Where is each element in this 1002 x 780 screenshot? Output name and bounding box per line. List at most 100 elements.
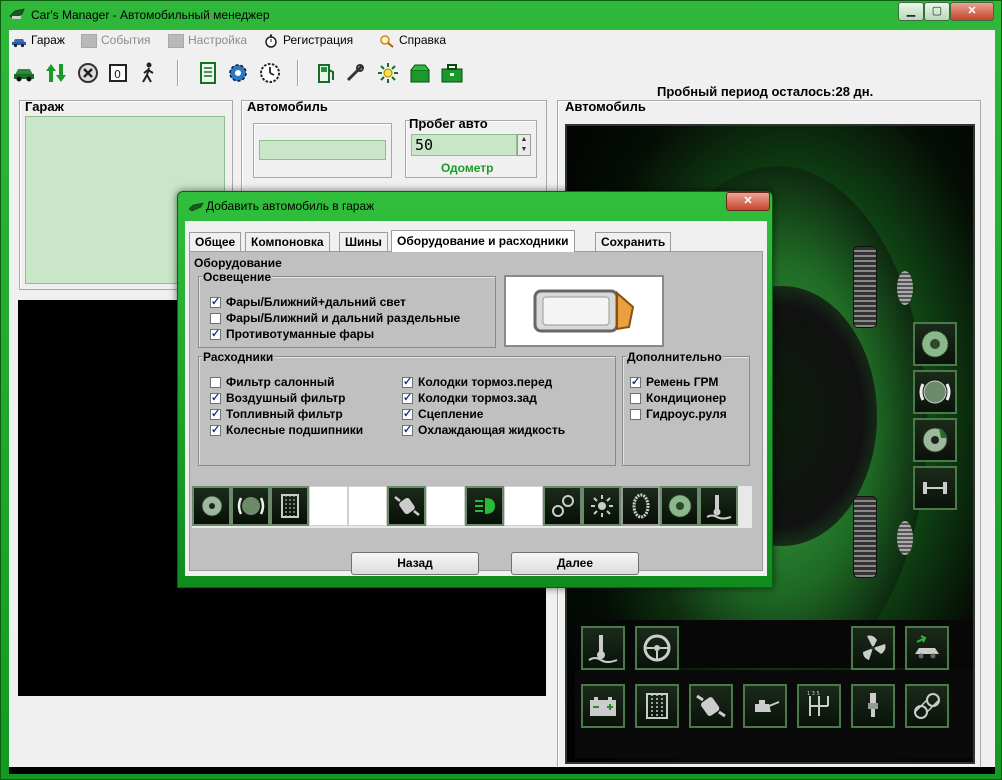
- back-button[interactable]: Назад: [351, 552, 479, 575]
- rear-brake-pads-checkbox[interactable]: Колодки тормоз.зад: [402, 390, 565, 406]
- oil-can-button[interactable]: [743, 684, 787, 728]
- gearbox-button[interactable]: 1 3 5: [797, 684, 841, 728]
- checkbox-unchecked[interactable]: [630, 408, 641, 420]
- radiator-tile[interactable]: [270, 486, 309, 526]
- consumables-column-1: Фильтр салонный Воздушный фильтр Топливн…: [210, 374, 363, 438]
- checkbox-checked[interactable]: [630, 375, 641, 388]
- car-icon: [14, 69, 34, 82]
- toolbar-document-button[interactable]: 0: [105, 60, 131, 86]
- muffler-tile[interactable]: [387, 486, 426, 526]
- headlights-separate-checkbox[interactable]: Фары/Ближний и дальний раздельные: [210, 310, 460, 326]
- menu-help[interactable]: Справка: [379, 32, 446, 49]
- checkbox-checked[interactable]: [210, 423, 221, 436]
- clutch-checkbox[interactable]: Сцепление: [402, 406, 565, 422]
- sun-icon: [590, 495, 613, 517]
- toolbar-report-button[interactable]: [195, 60, 221, 86]
- brake-pads-tile[interactable]: [231, 486, 270, 526]
- menu-garage[interactable]: Гараж: [11, 32, 65, 49]
- checkbox-label: Фары/Ближний+дальний свет: [226, 295, 406, 309]
- headlight-tile[interactable]: [582, 486, 621, 526]
- dialog-close-button[interactable]: ✕: [726, 192, 770, 211]
- tab-equipment[interactable]: Оборудование и расходники: [391, 230, 575, 252]
- front-brake-pads-checkbox[interactable]: Колодки тормоз.перед: [402, 374, 565, 390]
- toolbar-light-button[interactable]: [375, 60, 401, 86]
- tab-general[interactable]: Общее: [189, 232, 242, 251]
- muffler-button[interactable]: [689, 684, 733, 728]
- mileage-input[interactable]: 50: [411, 134, 517, 156]
- car-service-button[interactable]: [905, 626, 949, 670]
- coolant-button[interactable]: [581, 626, 625, 670]
- toolbar-walk-button[interactable]: [135, 60, 161, 86]
- coolant-tile[interactable]: [699, 486, 738, 526]
- battery-button[interactable]: [581, 684, 625, 728]
- radiator-button[interactable]: [635, 684, 679, 728]
- timing-belt-button[interactable]: [905, 684, 949, 728]
- tire-tile[interactable]: [621, 486, 660, 526]
- spark-plug-button[interactable]: [851, 684, 895, 728]
- tab-layout[interactable]: Компоновка: [245, 232, 330, 251]
- brake-disc-tile[interactable]: [192, 486, 231, 526]
- tab-save[interactable]: Сохранить: [595, 232, 672, 251]
- consumables-column-2: Колодки тормоз.перед Колодки тормоз.зад …: [402, 374, 565, 438]
- tab-tires[interactable]: Шины: [339, 232, 388, 251]
- app-logo-icon: [9, 8, 25, 19]
- wheel-bearings-checkbox[interactable]: Колесные подшипники: [210, 422, 363, 438]
- clutch-tile[interactable]: [660, 486, 699, 526]
- muffler-icon: [696, 694, 726, 718]
- axle-button[interactable]: [913, 466, 957, 510]
- car-name-field[interactable]: [259, 140, 386, 160]
- toolbar-briefcase-button[interactable]: [439, 60, 465, 86]
- maximize-button[interactable]: ▢: [924, 2, 950, 21]
- toolbar-delete-button[interactable]: [75, 60, 101, 86]
- steering-button[interactable]: [635, 626, 679, 670]
- toolbar-tools-button[interactable]: [343, 60, 369, 86]
- air-filter-checkbox[interactable]: Воздушный фильтр: [210, 390, 363, 406]
- clutch-disc-button[interactable]: [913, 322, 957, 366]
- air-conditioner-checkbox[interactable]: Кондиционер: [630, 390, 727, 406]
- checkbox-label: Фары/Ближний и дальний раздельные: [226, 311, 461, 325]
- fuel-filter-checkbox[interactable]: Топливный фильтр: [210, 406, 363, 422]
- mileage-spinner[interactable]: ▲ ▼: [517, 134, 531, 156]
- checkbox-unchecked[interactable]: [210, 312, 221, 324]
- brake-disc-icon: [201, 495, 222, 517]
- power-steering-checkbox[interactable]: Гидроус.руля: [630, 406, 727, 422]
- fog-light-tile[interactable]: [465, 486, 504, 526]
- headlights-combined-checkbox[interactable]: Фары/Ближний+дальний свет: [210, 294, 460, 310]
- brake-pads-button[interactable]: [913, 370, 957, 414]
- menu-registration[interactable]: Регистрация: [263, 32, 353, 49]
- cabin-filter-checkbox[interactable]: Фильтр салонный: [210, 374, 363, 390]
- toolbar-settings-button[interactable]: [225, 60, 251, 86]
- menu-events[interactable]: События: [81, 32, 151, 49]
- coolant-checkbox[interactable]: Охлаждающая жидкость: [402, 422, 565, 438]
- dialog-client-area: Общее Компоновка Шины Оборудование и рас…: [185, 221, 767, 576]
- close-button[interactable]: ✕: [950, 2, 994, 21]
- toolbar-clock-button[interactable]: [257, 60, 283, 86]
- fog-lights-checkbox[interactable]: Противотуманные фары: [210, 326, 460, 342]
- checkbox-unchecked[interactable]: [210, 376, 221, 388]
- toolbar-sort-button[interactable]: [43, 60, 69, 86]
- checkbox-checked[interactable]: [402, 423, 413, 436]
- fan-button[interactable]: [851, 626, 895, 670]
- checkbox-checked[interactable]: [210, 407, 221, 420]
- garage-panel-title: Гараж: [25, 99, 64, 114]
- checkbox-checked[interactable]: [210, 327, 221, 340]
- oil-can-icon: [755, 700, 780, 712]
- svg-text:1 3 5: 1 3 5: [807, 691, 820, 697]
- minimize-button[interactable]: ▁: [898, 2, 924, 21]
- toolbar-car-button[interactable]: [11, 60, 37, 86]
- checkbox-checked[interactable]: [402, 407, 413, 420]
- checkbox-checked[interactable]: [210, 295, 221, 308]
- toolbar-fuel-button[interactable]: [313, 60, 339, 86]
- brake-disc-button[interactable]: [913, 418, 957, 462]
- toolbar-box-button[interactable]: [407, 60, 433, 86]
- timing-belt-tile[interactable]: [543, 486, 582, 526]
- next-button[interactable]: Далее: [511, 552, 639, 575]
- menu-settings[interactable]: Настройка: [168, 32, 247, 49]
- coolant-temperature-icon: [588, 635, 618, 663]
- menu-settings-label: Настройка: [188, 33, 248, 47]
- checkbox-unchecked[interactable]: [630, 392, 641, 404]
- checkbox-checked[interactable]: [402, 391, 413, 404]
- checkbox-checked[interactable]: [402, 375, 413, 388]
- timing-belt-checkbox[interactable]: Ремень ГРМ: [630, 374, 727, 390]
- checkbox-checked[interactable]: [210, 391, 221, 404]
